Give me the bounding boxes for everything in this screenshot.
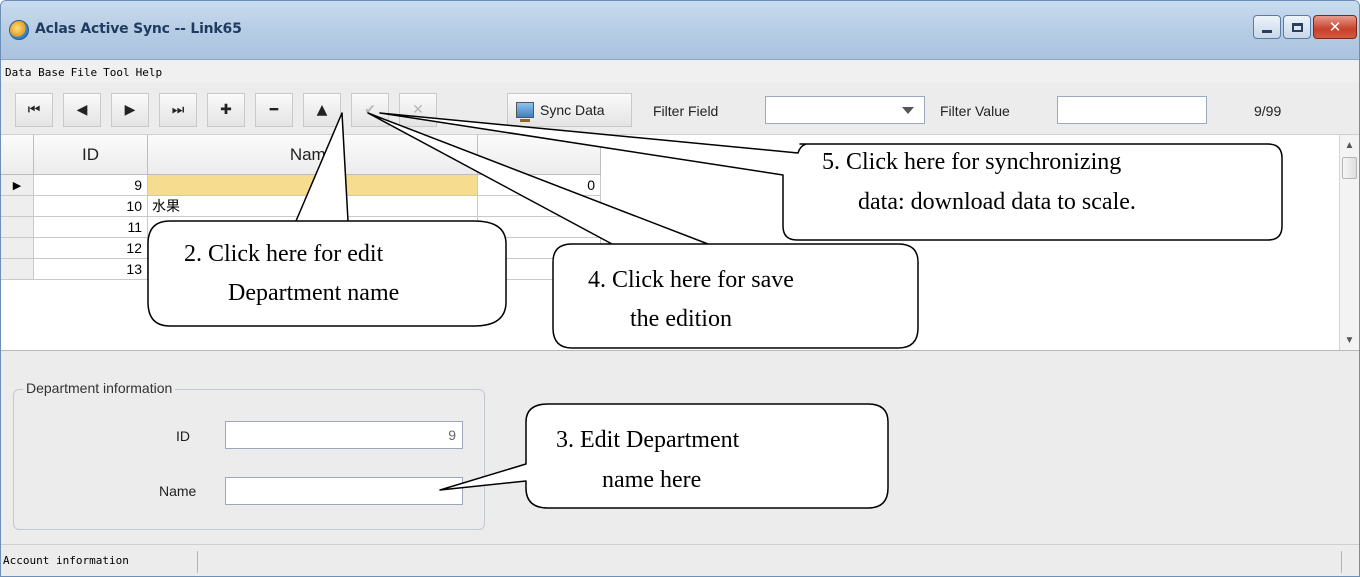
next-record-icon: ▶ [124,102,136,118]
table-row[interactable]: 10 水果 [1,196,601,217]
checkmark-icon: ✔ [364,102,376,118]
scroll-down-icon[interactable]: ▼ [1340,330,1359,350]
edit-triangle-icon: ▲ [316,102,328,118]
sync-data-button[interactable]: Sync Data [507,93,632,127]
scroll-up-icon[interactable]: ▲ [1340,135,1359,155]
row-indicator [1,238,34,259]
table-row[interactable]: ▶ 9 0 [1,175,601,196]
id-label: ID [176,428,190,444]
filter-value-input[interactable] [1057,96,1207,124]
grid-header: ID Name [1,135,601,175]
prior-record-button[interactable]: ◀ [63,93,101,127]
cell-extra[interactable] [478,196,601,217]
callout-3-line-2: name here [602,467,702,493]
status-divider [1341,551,1342,573]
callout-4-line-1: 4. Click here for save [588,267,794,293]
callout-4-line-2: the edition [630,306,732,332]
filter-value-label: Filter Value [940,103,1010,119]
app-logo-icon [9,20,29,40]
maximize-icon [1291,22,1303,32]
filter-field-label: Filter Field [653,103,719,119]
computer-sync-icon [516,102,534,122]
column-header-name[interactable]: Name [148,135,478,175]
table-row[interactable]: 11 [1,217,601,238]
post-edit-button[interactable]: ✔ [351,93,389,127]
filter-field-select[interactable] [765,96,925,124]
row-indicator [1,196,34,217]
record-counter: 9/99 [1254,103,1282,119]
row-indicator [1,259,34,280]
insert-record-button[interactable]: ✚ [207,93,245,127]
row-indicator-header [1,135,34,175]
cell-name[interactable]: 水果 [148,196,478,217]
menu-tool[interactable]: Tool [103,66,130,79]
cancel-edit-button[interactable]: ✕ [399,93,437,127]
delete-record-button[interactable]: ━ [255,93,293,127]
cell-extra[interactable] [478,259,601,280]
status-text: Account information [3,554,129,567]
status-bar: Account information [1,544,1359,576]
name-label: Name [159,483,197,499]
chevron-down-icon [902,107,914,114]
menu-help[interactable]: Help [136,66,163,79]
cell-extra[interactable] [478,217,601,238]
first-record-icon: ⏮ [27,102,41,118]
department-info-legend: Department information [23,380,176,396]
cell-id[interactable]: 9 [34,175,148,196]
row-indicator-icon: ▶ [1,175,34,196]
maximize-button[interactable] [1283,15,1311,39]
cell-id[interactable]: 11 [34,217,148,238]
prior-record-icon: ◀ [76,102,88,118]
cell-extra[interactable] [478,238,601,259]
title-bar: Aclas Active Sync -- Link65 ✕ [1,1,1359,60]
cell-id[interactable]: 10 [34,196,148,217]
last-record-icon: ⏭ [171,102,185,118]
row-indicator [1,217,34,238]
cell-name[interactable] [148,175,478,196]
minimize-button[interactable] [1253,15,1281,39]
plus-icon: ✚ [220,102,232,118]
cell-id[interactable]: 13 [34,259,148,280]
close-button[interactable]: ✕ [1313,15,1357,39]
minimize-icon [1262,29,1272,33]
menu-bar: Data Base File Tool Help [1,61,1359,83]
edit-record-button[interactable]: ▲ [303,93,341,127]
scroll-thumb[interactable] [1342,157,1357,179]
callout-2-line-2: Department name [228,280,400,306]
menu-file[interactable]: File [71,66,98,79]
name-field[interactable] [225,477,463,505]
sync-data-label: Sync Data [540,102,605,118]
callout-3-line-1: 3. Edit Department [556,427,740,453]
status-divider [197,551,198,573]
column-header-id[interactable]: ID [34,135,148,175]
close-icon: ✕ [1328,18,1342,36]
callout-5-line-1: 5. Click here for synchronizing [822,149,1122,175]
cell-name[interactable] [148,217,478,238]
cell-extra[interactable]: 0 [478,175,601,196]
id-field[interactable]: 9 [225,421,463,449]
next-record-button[interactable]: ▶ [111,93,149,127]
last-record-button[interactable]: ⏭ [159,93,197,127]
callout-5-line-2: data: download data to scale. [858,189,1136,215]
cancel-x-icon: ✕ [412,102,424,118]
vertical-scrollbar[interactable]: ▲ ▼ [1339,135,1359,350]
minus-icon: ━ [269,102,279,118]
toolbar: ⏮ ◀ ▶ ⏭ ✚ ━ ▲ ✔ ✕ Sync Data Filter Field… [1,83,1359,135]
callout-2-line-1: 2. Click here for edit [184,241,384,267]
column-header-extra[interactable] [478,135,601,175]
first-record-button[interactable]: ⏮ [15,93,53,127]
window-title: Aclas Active Sync -- Link65 [35,21,242,37]
cell-id[interactable]: 12 [34,238,148,259]
menu-data-base[interactable]: Data Base [5,66,65,79]
department-info-group [13,389,485,530]
